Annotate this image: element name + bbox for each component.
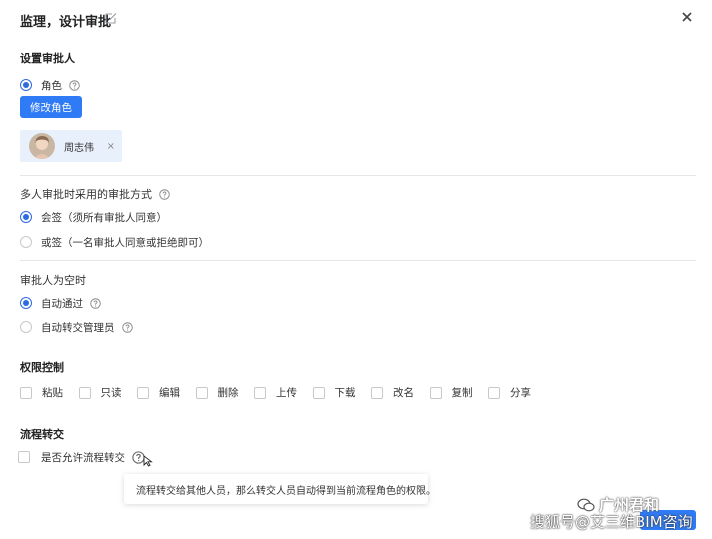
perm-copy[interactable]: 复制: [429, 385, 489, 400]
approver-section-label: 设置审批人: [20, 52, 75, 65]
help-icon[interactable]: [90, 297, 101, 309]
perm-label: 只读: [100, 387, 122, 399]
checkbox[interactable]: [312, 386, 325, 399]
perm-paste[interactable]: 粘贴: [20, 385, 79, 400]
edit-icon[interactable]: [104, 11, 118, 25]
countersign-radio[interactable]: [20, 211, 32, 223]
perm-share[interactable]: 分享: [488, 385, 547, 400]
countersign-label: 会签（须所有审批人同意）: [41, 211, 167, 224]
perm-label: 改名: [393, 387, 414, 399]
role-radio-option[interactable]: 角色: [20, 77, 80, 93]
permissions-section-label: 权限控制: [20, 361, 64, 374]
approver-name: 周志伟: [64, 142, 94, 154]
transfer-admin-label: 自动转交管理员: [41, 321, 115, 334]
checkbox[interactable]: [20, 386, 32, 399]
auto-pass-option[interactable]: 自动通过: [20, 295, 101, 311]
checkbox[interactable]: [488, 386, 500, 399]
perm-label: 复制: [451, 387, 473, 399]
multi-approval-label: 多人审批时采用的审批方式: [20, 188, 152, 201]
transfer-section-label: 流程转交: [20, 428, 64, 441]
transfer-admin-radio[interactable]: [20, 321, 32, 333]
allow-transfer-label: 是否允许流程转交: [41, 451, 125, 464]
avatar: [29, 133, 55, 159]
help-icon[interactable]: [159, 188, 170, 200]
role-radio[interactable]: [20, 79, 32, 91]
perm-label: 分享: [510, 387, 531, 399]
checkbox[interactable]: [429, 386, 442, 399]
or-sign-label: 或签（一名审批人同意或拒绝即可）: [41, 236, 209, 249]
auto-pass-label: 自动通过: [41, 297, 83, 310]
auto-pass-radio[interactable]: [20, 297, 32, 309]
perm-delete[interactable]: 删除: [195, 385, 255, 400]
perm-label: 粘贴: [42, 387, 63, 399]
or-sign-radio[interactable]: [20, 236, 32, 248]
perm-edit[interactable]: 编辑: [137, 385, 196, 400]
help-icon[interactable]: [121, 321, 133, 333]
modify-role-button[interactable]: 修改角色: [20, 96, 82, 118]
perm-label: 删除: [217, 387, 239, 399]
remove-approver-icon[interactable]: ×: [107, 141, 115, 152]
checkbox[interactable]: [254, 386, 266, 399]
allow-transfer-checkbox[interactable]: [18, 451, 30, 463]
perm-label: 上传: [276, 387, 297, 399]
role-radio-label: 角色: [41, 79, 62, 92]
transfer-admin-option[interactable]: 自动转交管理员: [20, 319, 133, 335]
perm-label: 下载: [334, 387, 356, 399]
perm-readonly[interactable]: 只读: [78, 385, 138, 400]
perm-upload[interactable]: 上传: [254, 385, 313, 400]
empty-approver-label: 审批人为空时: [20, 274, 86, 287]
wechat-icon: [577, 498, 595, 511]
approver-chip: 周志伟 ×: [20, 130, 122, 162]
cursor-icon: [143, 455, 153, 467]
or-sign-option[interactable]: 或签（一名审批人同意或拒绝即可）: [20, 234, 209, 250]
permissions-list: 粘贴 只读 编辑 删除 上传 下载 改名 复制 分享: [20, 385, 547, 400]
multi-approval-heading: 多人审批时采用的审批方式: [20, 186, 170, 202]
dialog-title: 监理，设计审批: [20, 15, 112, 30]
watermark-source: 搜狐号@艾三维BIM咨询: [530, 513, 693, 531]
close-icon[interactable]: [680, 10, 694, 24]
perm-rename[interactable]: 改名: [371, 385, 430, 400]
help-icon[interactable]: [69, 79, 80, 91]
divider: [20, 175, 696, 176]
divider: [20, 260, 696, 261]
checkbox[interactable]: [371, 386, 383, 399]
checkbox[interactable]: [137, 386, 149, 399]
perm-download[interactable]: 下载: [312, 385, 372, 400]
countersign-option[interactable]: 会签（须所有审批人同意）: [20, 209, 167, 225]
transfer-tooltip: 流程转交给其他人员，那么转交人员自动得到当前流程角色的权限。: [124, 474, 436, 504]
perm-label: 编辑: [159, 387, 180, 399]
checkbox[interactable]: [195, 386, 208, 399]
checkbox[interactable]: [78, 386, 91, 399]
allow-transfer-option[interactable]: 是否允许流程转交: [18, 449, 153, 467]
